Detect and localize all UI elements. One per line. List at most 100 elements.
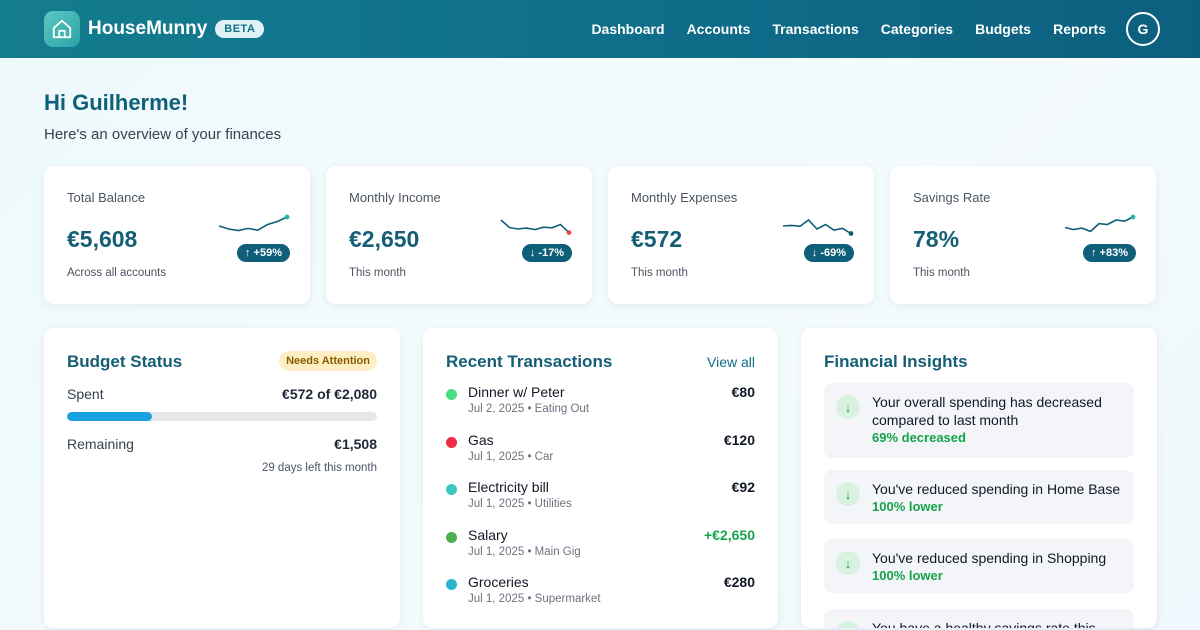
transaction-meta: Jul 1, 2025 • Car bbox=[468, 450, 554, 463]
change-value: -17% bbox=[538, 247, 564, 259]
needs-attention-badge: Needs Attention bbox=[279, 351, 377, 371]
main-nav: Dashboard Accounts Transactions Categori… bbox=[569, 12, 1160, 46]
transaction-row[interactable]: Dinner w/ Peter Jul 2, 2025 • Eating Out €… bbox=[446, 384, 755, 424]
insight-highlight: 100% lower bbox=[872, 568, 943, 583]
insight-text: You have a healthy savings rate this bbox=[872, 620, 1096, 628]
sparkline-line bbox=[218, 216, 288, 232]
arrow-up-icon: ↑ bbox=[244, 247, 254, 259]
transaction-amount: €80 bbox=[731, 384, 755, 400]
stat-sub: This month bbox=[913, 267, 970, 279]
spent-label: Spent bbox=[67, 386, 104, 402]
change-value: +83% bbox=[1099, 247, 1128, 259]
change-badge: ↓ -17% bbox=[521, 244, 572, 262]
category-dot bbox=[446, 579, 457, 590]
insight-text: You've reduced spending in Shopping bbox=[872, 550, 1107, 566]
category-dot bbox=[446, 436, 457, 448]
remaining-row: Remaining €1,508 bbox=[67, 436, 377, 452]
stat-label: Total Balance bbox=[67, 190, 146, 205]
change-value: -69% bbox=[820, 247, 846, 259]
stat-card-total-balance: Total Balance €5,608 Across all accounts… bbox=[44, 166, 310, 304]
transaction-meta: Jul 1, 2025 • Utilities bbox=[468, 498, 572, 510]
spent-value: €572 of €2,080 bbox=[282, 386, 377, 402]
top-navbar: HouseMunny BETA Dashboard Accounts Trans… bbox=[0, 0, 1200, 58]
recent-transactions-card: Recent Transactions View all Dinner w/ P… bbox=[423, 328, 778, 628]
transaction-name: Electricity bill bbox=[468, 479, 549, 495]
user-avatar[interactable]: G bbox=[1126, 12, 1160, 46]
arrow-up-icon: ↑ bbox=[1090, 247, 1100, 259]
transaction-row[interactable]: Electricity bill Jul 1, 2025 • Utilities €… bbox=[446, 479, 755, 519]
insight-item: ↓ You've reduced spending in Shopping 100%… bbox=[824, 539, 1134, 593]
brand[interactable]: HouseMunny BETA bbox=[44, 11, 265, 47]
transaction-name: Gas bbox=[468, 431, 494, 448]
category-dot bbox=[446, 484, 457, 495]
insights-title: Financial Insights bbox=[824, 352, 968, 371]
page-title: Hi Guilherme! bbox=[44, 90, 189, 115]
beta-badge: BETA bbox=[215, 20, 265, 38]
sparkline-endpoint bbox=[284, 214, 290, 220]
sparkline-chart bbox=[1064, 214, 1136, 233]
nav-dashboard[interactable]: Dashboard bbox=[591, 21, 664, 37]
house-icon bbox=[44, 11, 80, 47]
insight-highlight: 100% lower bbox=[872, 499, 943, 514]
sparkline-endpoint bbox=[566, 230, 572, 235]
insight-text: You've reduced spending in Home Base bbox=[872, 481, 1121, 497]
insight-text: Your overall spending has decreased comp… bbox=[872, 394, 1102, 428]
sparkline-chart bbox=[500, 219, 572, 235]
nav-categories[interactable]: Categories bbox=[881, 21, 953, 37]
budget-status-card: Budget Status Needs Attention Spent €572… bbox=[44, 328, 400, 628]
insight-item: ↓ You have a healthy savings rate this bbox=[824, 609, 1134, 628]
arrow-down-icon: ↓ bbox=[836, 482, 860, 506]
stat-card-monthly-income: Monthly Income €2,650 This month ↓ -17% bbox=[326, 166, 592, 304]
insight-item: ↓ Your overall spending has decreased com… bbox=[824, 383, 1134, 458]
transaction-amount: €120 bbox=[723, 431, 755, 448]
sparkline-endpoint bbox=[848, 231, 854, 236]
nav-budgets[interactable]: Budgets bbox=[975, 21, 1031, 37]
transaction-row[interactable]: Groceries Jul 1, 2025 • Supermarket €280 bbox=[446, 574, 755, 614]
transaction-meta: Jul 1, 2025 • Main Gig bbox=[468, 545, 581, 558]
stat-sub: This month bbox=[349, 267, 406, 279]
sparkline-chart bbox=[782, 218, 854, 236]
transaction-meta: Jul 2, 2025 • Eating Out bbox=[468, 403, 590, 415]
transaction-name: Dinner w/ Peter bbox=[468, 384, 565, 400]
stat-sub: This month bbox=[631, 267, 688, 279]
change-badge: ↑ +83% bbox=[1082, 244, 1136, 262]
insight-highlight: 69% decreased bbox=[872, 430, 966, 445]
remaining-value: €1,508 bbox=[334, 436, 377, 452]
nav-transactions[interactable]: Transactions bbox=[772, 21, 858, 37]
budget-progress-fill bbox=[67, 412, 153, 421]
transaction-amount: €280 bbox=[723, 574, 755, 590]
budget-progress-bar bbox=[67, 412, 377, 421]
financial-insights-card: Financial Insights ↓ Your overall spendin… bbox=[801, 328, 1157, 628]
stat-card-monthly-expenses: Monthly Expenses €572 This month ↓ -69% bbox=[608, 166, 874, 304]
stat-label: Monthly Expenses bbox=[631, 190, 738, 205]
category-dot bbox=[446, 389, 457, 400]
transaction-amount: +€2,650 bbox=[704, 526, 755, 543]
stat-card-savings-rate: Savings Rate 78% This month ↑ +83% bbox=[890, 166, 1156, 304]
transaction-row[interactable]: Gas Jul 1, 2025 • Car €120 bbox=[446, 432, 755, 472]
stat-label: Monthly Income bbox=[349, 190, 441, 205]
spent-row: Spent €572 of €2,080 bbox=[67, 386, 377, 402]
stat-sub: Across all accounts bbox=[67, 267, 167, 279]
remaining-label: Remaining bbox=[67, 436, 134, 452]
arrow-down-icon: ↓ bbox=[836, 551, 860, 575]
stat-label: Savings Rate bbox=[913, 190, 991, 205]
change-value: +59% bbox=[253, 247, 282, 259]
insight-item: ↓ You've reduced spending in Home Base 100… bbox=[824, 470, 1134, 524]
change-badge: ↓ -69% bbox=[803, 244, 854, 262]
arrow-down-icon: ↓ bbox=[836, 621, 860, 628]
arrow-down-icon: ↓ bbox=[836, 395, 860, 419]
view-all-link[interactable]: View all bbox=[707, 354, 755, 370]
category-dot bbox=[446, 531, 457, 543]
sparkline-line bbox=[1064, 216, 1134, 233]
nav-reports[interactable]: Reports bbox=[1053, 21, 1106, 37]
transaction-name: Groceries bbox=[468, 574, 529, 590]
greeting: Hi Guilherme! Here's an overview of your… bbox=[44, 90, 281, 143]
days-left: 29 days left this month bbox=[261, 462, 377, 474]
sparkline-line bbox=[782, 218, 852, 235]
sparkline-endpoint bbox=[1130, 214, 1136, 220]
sparkline-chart bbox=[218, 214, 290, 232]
nav-accounts[interactable]: Accounts bbox=[687, 21, 751, 37]
transaction-row[interactable]: Salary Jul 1, 2025 • Main Gig +€2,650 bbox=[446, 527, 755, 567]
transaction-amount: €92 bbox=[731, 479, 755, 495]
change-badge: ↑ +59% bbox=[236, 244, 290, 262]
